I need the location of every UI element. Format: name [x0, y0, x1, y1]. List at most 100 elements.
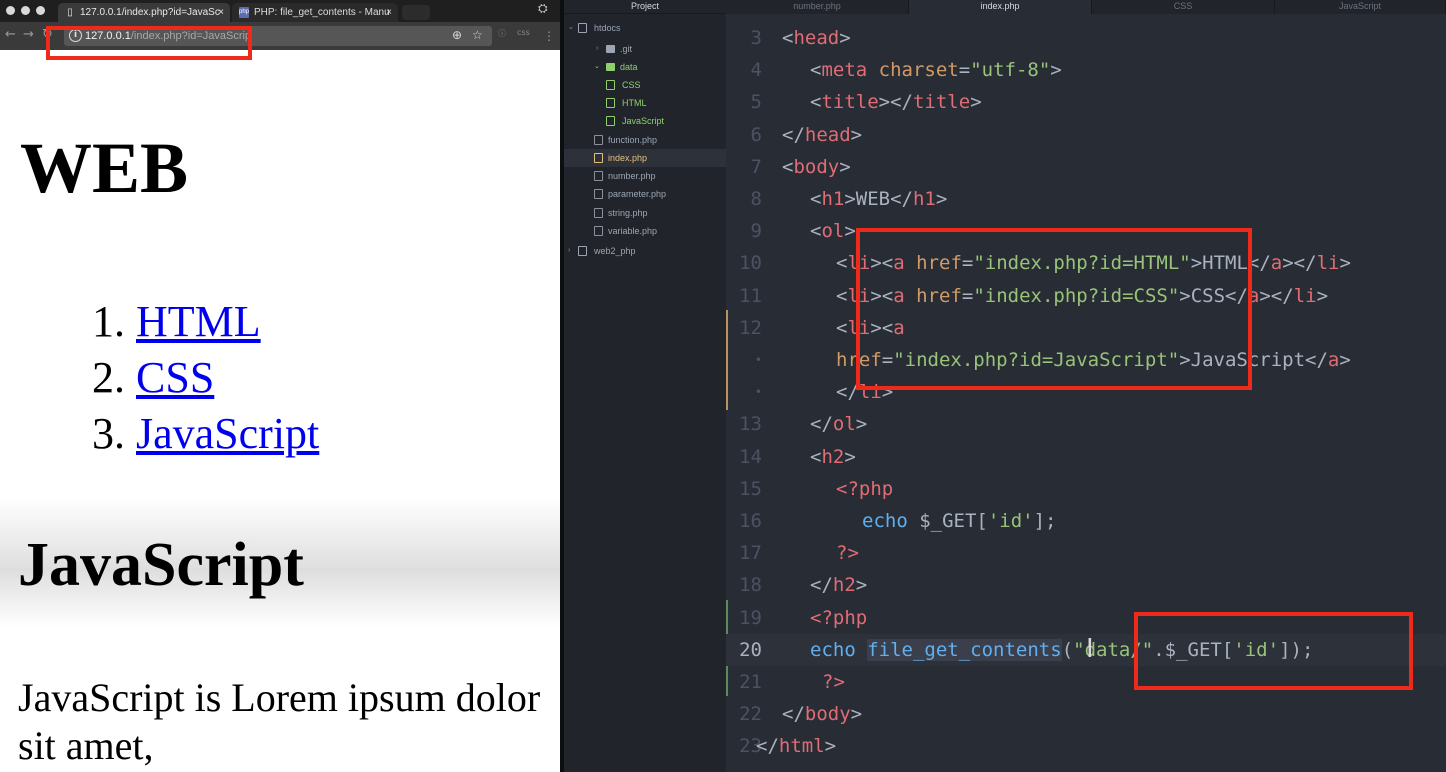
file-icon — [594, 135, 603, 145]
tree-item-css[interactable]: CSS — [564, 76, 726, 94]
code-line[interactable]: 9 <ol> — [726, 215, 1446, 247]
code-line[interactable]: 21 ?> — [726, 666, 1446, 698]
code-line[interactable]: 14 <h2> — [726, 441, 1446, 473]
text-cursor-icon: I — [1086, 634, 1094, 664]
browser-tab-php-manual[interactable]: php PHP: file_get_contents - Manu × — [232, 3, 398, 22]
list-item: 2. CSS — [92, 353, 215, 402]
link-javascript[interactable]: JavaScript — [136, 409, 319, 458]
link-css[interactable]: CSS — [136, 353, 214, 402]
code-text: </head> — [782, 123, 863, 146]
tree-item-data[interactable]: ⌄ data — [564, 58, 726, 76]
page-heading: WEB — [20, 128, 189, 208]
incognito-icon: ⛭ — [538, 1, 548, 15]
new-tab-button[interactable] — [402, 5, 430, 20]
browser-toolbar: ← → ↻ i 127.0.0.1/index.php?id=JavaScrip… — [0, 22, 560, 50]
code-text: </h2> — [810, 574, 868, 597]
code-line[interactable]: 7 <body> — [726, 151, 1446, 183]
line-number: 18 — [739, 574, 762, 597]
reload-icon[interactable]: ↻ — [42, 27, 53, 43]
line-number: • — [754, 353, 762, 367]
code-line[interactable]: 8 <h1>WEB</h1> — [726, 183, 1446, 215]
code-line[interactable]: 18 </h2> — [726, 569, 1446, 601]
tree-item-number-php[interactable]: number.php — [564, 167, 726, 185]
code-text: ?> — [836, 542, 859, 565]
chevron-right-icon: › — [596, 45, 599, 52]
code-line[interactable]: 12 <li><a — [726, 312, 1446, 344]
code-line[interactable]: • </li> — [726, 376, 1446, 408]
tree-item-web2-php[interactable]: › web2_php — [564, 242, 726, 260]
tab-index-php[interactable]: index.php — [909, 0, 1092, 14]
code-text: href="index.php?id=JavaScript">JavaScrip… — [836, 349, 1351, 371]
tab-css[interactable]: CSS — [1092, 0, 1275, 14]
close-window-icon[interactable] — [6, 6, 15, 15]
tree-item-parameter-php[interactable]: parameter.php — [564, 185, 726, 203]
code-line[interactable]: 6 </head> — [726, 119, 1446, 151]
zoom-icon[interactable]: ⊕ — [452, 28, 462, 42]
code-text: </li> — [836, 381, 894, 404]
file-icon — [594, 153, 603, 163]
link-html[interactable]: HTML — [136, 297, 261, 346]
forward-icon[interactable]: → — [23, 27, 34, 43]
browser-tab-index[interactable]: ▯ 127.0.0.1/index.php?id=JavaSc × — [58, 3, 230, 22]
code-line[interactable]: 15 <?php — [726, 473, 1446, 505]
repo-icon — [578, 246, 587, 256]
code-text: <head> — [782, 27, 851, 49]
line-number: • — [754, 385, 762, 400]
code-line[interactable]: 3 <head> — [726, 22, 1446, 54]
minimize-window-icon[interactable] — [21, 6, 30, 15]
info-icon[interactable]: i — [69, 29, 82, 42]
code-line[interactable]: • href="index.php?id=JavaScript">JavaScri… — [726, 344, 1446, 376]
file-icon — [594, 226, 603, 236]
maximize-window-icon[interactable] — [36, 6, 45, 15]
tree-item-function-php[interactable]: function.php — [564, 131, 726, 149]
line-number: 16 — [739, 510, 762, 532]
code-text: <h2> — [810, 445, 856, 468]
code-text: </html> — [756, 735, 837, 758]
line-number: 9 — [750, 220, 762, 243]
code-line[interactable]: 5 <title></title> — [726, 86, 1446, 118]
chevron-down-icon: ⌄ — [594, 63, 600, 70]
code-line[interactable]: 10 <li><a href="index.php?id=HTML">HTML</… — [726, 247, 1446, 279]
code-line[interactable]: 22 </body> — [726, 698, 1446, 730]
code-text: </ol> — [810, 413, 868, 436]
extension-icon[interactable]: ⓘ — [498, 28, 506, 39]
file-icon — [594, 189, 603, 199]
tree-item-git[interactable]: › .git — [564, 40, 726, 58]
code-text: <li><a href="index.php?id=HTML">HTML</a>… — [836, 252, 1351, 275]
line-number: 20 — [739, 638, 762, 661]
close-tab-icon[interactable]: × — [218, 3, 224, 22]
tree-item-htdocs[interactable]: ⌄ htdocs — [564, 19, 726, 37]
back-icon[interactable]: ← — [5, 27, 16, 43]
menu-kebab-icon[interactable]: ⋮ — [543, 28, 555, 44]
line-number: 3 — [750, 27, 762, 49]
code-text: echo $_GET['id']; — [862, 510, 1057, 532]
bookmark-star-icon[interactable]: ☆ — [472, 28, 483, 42]
page-subheading: JavaScript — [18, 531, 304, 599]
code-text: <li><a — [836, 316, 905, 339]
code-line[interactable]: 4 <meta charset="utf-8"> — [726, 54, 1446, 86]
code-line[interactable]: 23 </html> — [726, 730, 1446, 762]
url-text[interactable]: 127.0.0.1/index.php?id=JavaScrip — [85, 26, 251, 46]
line-number: 12 — [739, 316, 762, 339]
repo-icon — [578, 23, 587, 33]
code-line[interactable]: 16 echo $_GET['id']; — [726, 505, 1446, 537]
css-extension-icon[interactable]: css — [517, 28, 530, 37]
chevron-right-icon: › — [568, 247, 571, 254]
line-number: 11 — [739, 284, 762, 307]
close-tab-icon[interactable]: × — [386, 3, 392, 22]
code-text: ?> — [822, 671, 845, 693]
file-icon — [606, 116, 615, 126]
tree-item-index-php[interactable]: index.php — [564, 149, 726, 167]
address-bar[interactable]: i 127.0.0.1/index.php?id=JavaScrip ⊕ ☆ — [64, 26, 492, 46]
tree-item-javascript[interactable]: JavaScript — [564, 112, 726, 130]
code-line[interactable]: 17 ?> — [726, 537, 1446, 569]
tab-javascript[interactable]: JavaScript — [1275, 0, 1446, 14]
code-line[interactable]: 19 <?php — [726, 602, 1446, 634]
project-panel-title: Project — [564, 0, 726, 14]
tree-item-string-php[interactable]: string.php — [564, 204, 726, 222]
code-line[interactable]: 11 <li><a href="index.php?id=CSS">CSS</a>… — [726, 280, 1446, 312]
tree-item-html[interactable]: HTML — [564, 94, 726, 112]
code-line[interactable]: 13 </ol> — [726, 408, 1446, 440]
tree-item-variable-php[interactable]: variable.php — [564, 222, 726, 240]
tab-number-php[interactable]: number.php — [726, 0, 909, 14]
